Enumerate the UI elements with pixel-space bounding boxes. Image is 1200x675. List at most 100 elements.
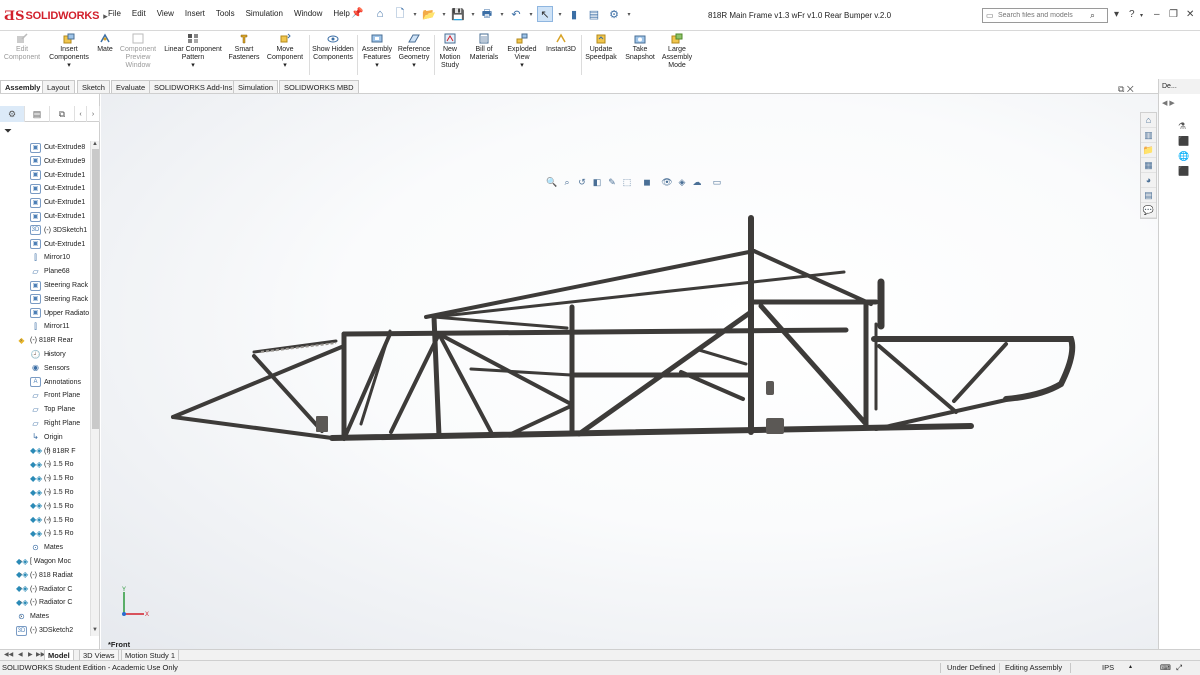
- routing-library-item-icon[interactable]: ⬛: [1178, 166, 1189, 177]
- bill-of-materials-button[interactable]: Bill of Materials: [467, 33, 501, 62]
- tree-node[interactable]: ↳ Origin: [30, 431, 63, 444]
- filter-icon[interactable]: ⏷: [4, 126, 12, 137]
- component-preview-button[interactable]: Component Preview Window: [118, 33, 158, 70]
- forum-icon[interactable]: 💬: [1141, 203, 1156, 218]
- expand-toggle-icon[interactable]: ›: [20, 614, 26, 620]
- tree-node[interactable]: ▱ Plane68: [30, 265, 69, 278]
- expand-toggle-icon[interactable]: ›: [48, 490, 54, 496]
- expand-toggle-icon[interactable]: ›: [20, 586, 26, 592]
- chevron-down-icon[interactable]: ▾: [626, 6, 632, 22]
- tab-assembly[interactable]: Assembly: [0, 80, 46, 93]
- expand-toggle-icon[interactable]: ›: [48, 531, 54, 537]
- property-manager-tab-icon[interactable]: ▤: [25, 106, 50, 122]
- edit-appearance-icon[interactable]: ◈: [676, 176, 688, 188]
- search-scope-icon[interactable]: ▭: [986, 11, 998, 20]
- expand-toggle-icon[interactable]: ›: [48, 172, 54, 178]
- tab-sketch[interactable]: Sketch: [77, 80, 110, 93]
- tree-node[interactable]: ▱ Right Plane: [30, 417, 80, 430]
- units-chevron-icon[interactable]: ▴: [1129, 661, 1132, 674]
- edit-component-button[interactable]: Edit Component: [2, 33, 42, 62]
- tree-node[interactable]: › ▣ Cut-Extrude8: [30, 141, 85, 154]
- tree-node[interactable]: › ◆◈ (f) 818R F: [30, 445, 76, 458]
- scroll-up-icon[interactable]: ▲: [92, 141, 98, 147]
- section-view-icon[interactable]: ◧: [591, 176, 603, 188]
- menu-insert[interactable]: Insert: [185, 9, 205, 18]
- tree-node[interactable]: › ◆◈ (-) 1.5 Ro: [30, 514, 74, 527]
- unit-system[interactable]: IPS: [1102, 661, 1114, 674]
- view-palette-icon[interactable]: ▦: [1141, 158, 1156, 173]
- undo-icon[interactable]: ↶: [508, 6, 524, 22]
- search-input[interactable]: [998, 12, 1090, 19]
- tree-node[interactable]: 3D (-) 3DSketch1: [30, 224, 87, 237]
- expand-toggle-icon[interactable]: ›: [48, 462, 54, 468]
- tree-node[interactable]: › ◆◈ (-) 1.5 Ro: [30, 472, 74, 485]
- expand-toggle-icon[interactable]: ›: [48, 283, 54, 289]
- tree-node[interactable]: ▱ Front Plane: [30, 389, 80, 402]
- toolbox-item-icon[interactable]: ⬛: [1178, 136, 1189, 147]
- tree-node[interactable]: ⫿ Mirror11: [30, 320, 69, 333]
- graphics-area[interactable]: 🔍 ⌕ ↺ ◧ ✎ ⬚ ◼ 👁 ◈ ☁ ▭ Y X *Front: [101, 94, 1158, 649]
- menu-help[interactable]: Help: [333, 9, 349, 18]
- expand-toggle-icon[interactable]: ›: [20, 572, 26, 578]
- mate-button[interactable]: Mate: [94, 33, 116, 54]
- show-hidden-components-button[interactable]: Show Hidden Components: [311, 33, 355, 62]
- chevron-down-icon[interactable]: ▾: [470, 6, 476, 22]
- linear-component-pattern-button[interactable]: Linear Component Pattern ▾: [161, 33, 225, 70]
- expand-toggle-icon[interactable]: ›: [48, 310, 54, 316]
- solidworks-logo[interactable]: ƋS SOLIDWORKS ▸: [4, 7, 108, 25]
- search-box[interactable]: ▭ ⌕: [982, 8, 1108, 23]
- tree-node[interactable]: › ▣ Cut-Extrude1: [30, 182, 85, 195]
- tab-simulation[interactable]: Simulation: [233, 80, 279, 93]
- tree-node[interactable]: › 🕘 History: [30, 348, 66, 361]
- display-style-icon[interactable]: ◼: [641, 176, 653, 188]
- help-icon[interactable]: ?: [1129, 9, 1135, 20]
- chevron-down-icon[interactable]: ▾: [528, 6, 534, 22]
- tree-node[interactable]: › ▣ Upper Radiato: [30, 307, 89, 320]
- expand-icon[interactable]: ⤢: [1176, 661, 1182, 674]
- tree-node[interactable]: 3D (-) 3DSketch2: [16, 624, 73, 637]
- tab-solidworks-mbd[interactable]: SOLIDWORKS MBD: [279, 80, 359, 93]
- expand-toggle-icon[interactable]: ›: [48, 448, 54, 454]
- design-library-icon[interactable]: ▥: [1141, 128, 1156, 143]
- back-icon[interactable]: ◀: [1162, 100, 1167, 107]
- tab-first-arrow-icon[interactable]: ◀◀: [4, 651, 13, 658]
- minimize-icon[interactable]: –: [1154, 9, 1160, 20]
- expand-toggle-icon[interactable]: ›: [48, 214, 54, 220]
- previous-view-icon[interactable]: ↺: [576, 176, 588, 188]
- tree-node[interactable]: › ◆◈ (-) 818 Radiat: [16, 569, 73, 582]
- menu-window[interactable]: Window: [294, 9, 322, 18]
- customize-status-icon[interactable]: ⌨: [1160, 661, 1171, 674]
- tree-scrollbar[interactable]: ▲ ▼: [90, 141, 99, 636]
- hide-show-items-icon[interactable]: 👁: [661, 176, 673, 188]
- chevron-down-icon[interactable]: ▾: [557, 6, 563, 22]
- tree-node[interactable]: › ▣ Cut-Extrude1: [30, 238, 85, 251]
- move-chevron-down-icon[interactable]: ▾: [283, 62, 287, 69]
- tab-prev-arrow-icon[interactable]: ◀: [18, 651, 23, 658]
- tab-next-arrow-icon[interactable]: ▶: [28, 651, 33, 658]
- zoom-to-area-icon[interactable]: ⌕: [561, 176, 573, 188]
- custom-properties-icon[interactable]: ▤: [1141, 188, 1156, 203]
- file-properties-icon[interactable]: ▤: [586, 6, 602, 22]
- expand-toggle-icon[interactable]: ›: [48, 517, 54, 523]
- tree-node[interactable]: › ◆◈ (-) Radiator C: [16, 583, 72, 596]
- open-folder-icon[interactable]: 📂: [421, 6, 437, 22]
- assembly-features-button[interactable]: Assembly Features ▾: [359, 33, 395, 70]
- menu-edit[interactable]: Edit: [132, 9, 146, 18]
- tabs-left-arrow-icon[interactable]: ‹: [75, 106, 87, 122]
- expand-toggle-icon[interactable]: ›: [48, 296, 54, 302]
- menu-tools[interactable]: Tools: [216, 9, 235, 18]
- expand-toggle-icon[interactable]: ›: [48, 241, 54, 247]
- chevron-down-icon[interactable]: ▾: [412, 6, 418, 22]
- expand-toggle-icon[interactable]: ›: [48, 145, 54, 151]
- tabs-right-arrow-icon[interactable]: ›: [87, 106, 100, 122]
- update-speedpak-button[interactable]: Update Speedpak: [583, 33, 619, 62]
- expand-toggle-icon[interactable]: ›: [48, 379, 54, 385]
- dynamic-annotation-icon[interactable]: ✎: [606, 176, 618, 188]
- pin-icon[interactable]: 📌: [351, 8, 363, 19]
- view-settings-icon[interactable]: ▭: [711, 176, 723, 188]
- tab-layout[interactable]: Layout: [42, 80, 75, 93]
- scrollbar-thumb[interactable]: [92, 149, 99, 429]
- insert-components-chevron-down-icon[interactable]: ▾: [67, 62, 71, 69]
- 3d-content-item-icon[interactable]: 🌐: [1178, 151, 1189, 162]
- smart-fasteners-button[interactable]: Smart Fasteners: [227, 33, 261, 62]
